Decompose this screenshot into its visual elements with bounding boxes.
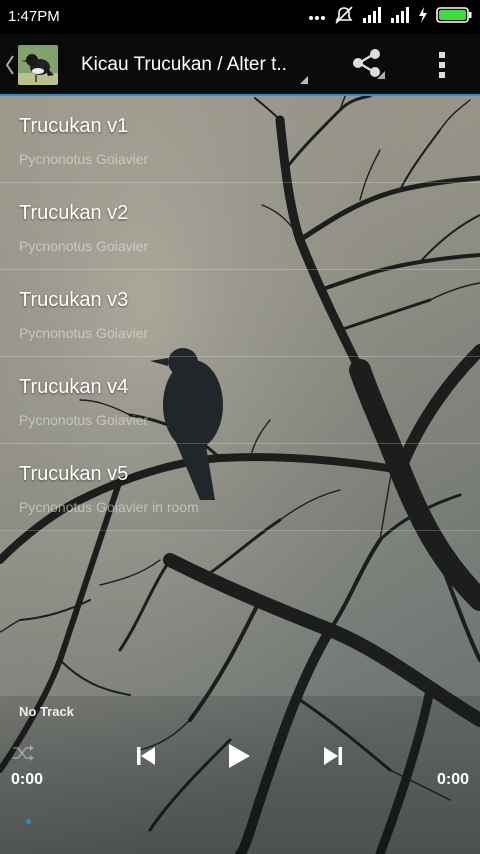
player-panel: No Track 0:00 0:00 (0, 696, 480, 854)
track-subtitle: Pycnonotus Goiavier (19, 151, 149, 167)
app-icon[interactable] (18, 45, 58, 85)
title-dropdown-indicator (300, 76, 308, 84)
overflow-menu-icon[interactable] (436, 51, 448, 79)
charging-icon (418, 6, 428, 28)
track-subtitle: Pycnonotus Goiavier (19, 412, 149, 428)
current-time: 0:00 (11, 771, 44, 788)
now-playing-label: No Track (19, 704, 74, 719)
track-subtitle: Pycnonotus Goiavier (19, 325, 149, 341)
app-title[interactable]: Kicau Trucukan / Alter t.. (81, 54, 287, 76)
list-item[interactable]: Trucukan v4 Pycnonotus Goiavier (0, 357, 480, 444)
action-bar-divider (0, 94, 480, 96)
status-bar: 1:47PM (0, 0, 480, 34)
list-item[interactable]: Trucukan v1 Pycnonotus Goiavier (0, 96, 480, 183)
track-list: Trucukan v1 Pycnonotus Goiavier Trucukan… (0, 96, 480, 531)
seek-bar[interactable] (0, 796, 480, 852)
more-dots-icon (308, 8, 326, 26)
list-item[interactable]: Trucukan v3 Pycnonotus Goiavier (0, 270, 480, 357)
next-icon[interactable] (323, 746, 343, 766)
battery-icon (436, 6, 472, 28)
total-time: 0:00 (436, 771, 469, 788)
track-title: Trucukan v4 (19, 376, 129, 398)
track-subtitle: Pycnonotus Goiavier in room (19, 499, 199, 515)
back-icon[interactable] (4, 54, 16, 76)
track-title: Trucukan v1 (19, 115, 129, 137)
silent-icon (334, 5, 354, 29)
seek-thumb[interactable] (26, 819, 31, 824)
play-icon[interactable] (227, 743, 251, 769)
status-icons (308, 5, 472, 29)
track-title: Trucukan v5 (19, 463, 129, 485)
track-subtitle: Pycnonotus Goiavier (19, 238, 149, 254)
list-item[interactable]: Trucukan v2 Pycnonotus Goiavier (0, 183, 480, 270)
shuffle-icon[interactable] (12, 745, 34, 761)
track-title: Trucukan v2 (19, 202, 129, 224)
status-time: 1:47PM (8, 8, 60, 25)
signal-icon (362, 6, 382, 28)
previous-icon[interactable] (136, 746, 156, 766)
list-item[interactable]: Trucukan v5 Pycnonotus Goiavier in room (0, 444, 480, 531)
track-title: Trucukan v3 (19, 289, 129, 311)
action-bar: Kicau Trucukan / Alter t.. (0, 34, 480, 96)
share-icon[interactable] (351, 49, 385, 79)
signal-icon (390, 6, 410, 28)
